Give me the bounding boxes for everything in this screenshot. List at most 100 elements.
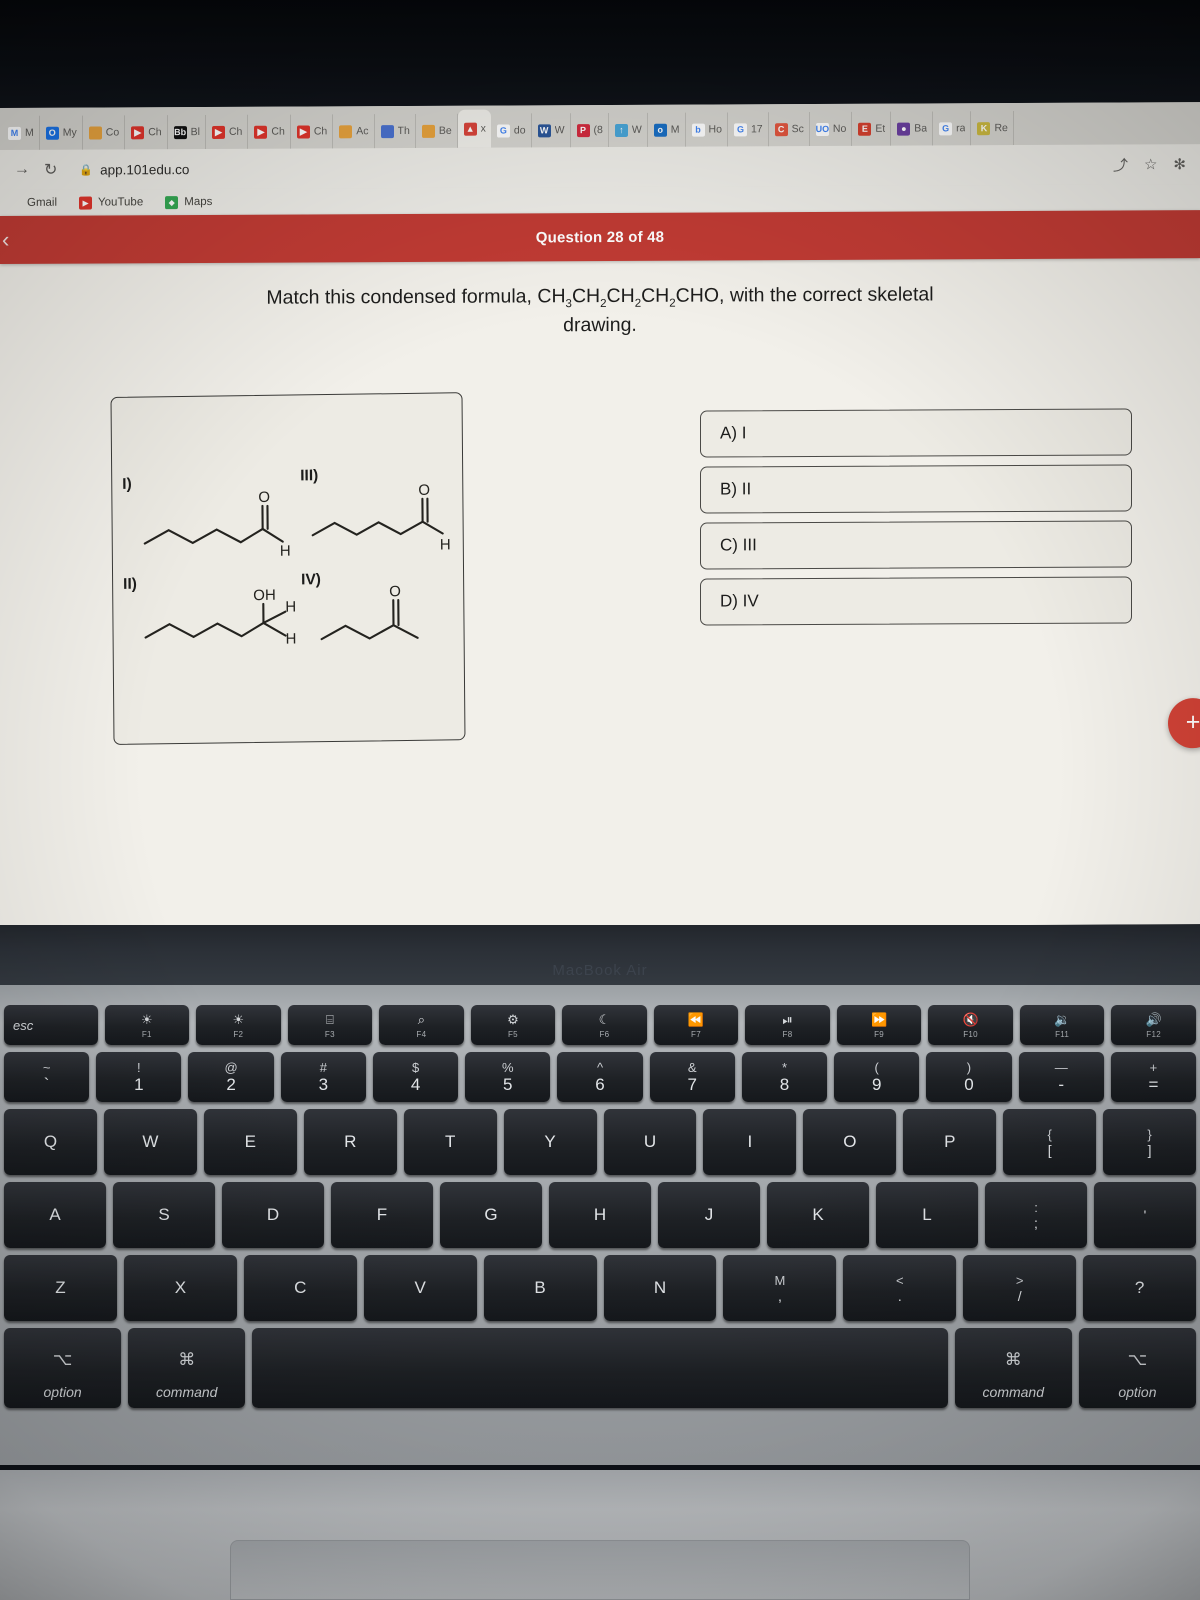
browser-tab[interactable]: ● Ba (891, 111, 934, 146)
browser-tab[interactable]: Co (82, 115, 126, 150)
key-u[interactable]: U (603, 1109, 697, 1175)
key-command[interactable]: ⌘ command (954, 1328, 1072, 1408)
key-c[interactable]: C (243, 1255, 357, 1321)
key-<[interactable]: <. (843, 1255, 957, 1321)
key-y[interactable]: Y (503, 1109, 597, 1175)
key-q[interactable]: Q (4, 1109, 97, 1175)
trackpad[interactable] (230, 1540, 970, 1600)
key-o[interactable]: O (803, 1109, 897, 1175)
key-1[interactable]: ! 1 (96, 1052, 182, 1102)
answer-option-c[interactable]: C) III (700, 520, 1132, 570)
key-f12[interactable]: 🔊 F12 (1111, 1005, 1196, 1045)
key->[interactable]: > / (963, 1255, 1077, 1321)
profile-icon[interactable]: ✻ (1173, 155, 1186, 173)
browser-tab[interactable]: G 17 (727, 112, 769, 147)
browser-tab[interactable]: WW (531, 113, 571, 148)
star-icon[interactable]: ☆ (1144, 155, 1157, 173)
key-t[interactable]: T (403, 1109, 497, 1175)
share-icon[interactable]: ⤴ (1113, 154, 1128, 175)
forward-icon[interactable]: → (14, 161, 30, 179)
key-z[interactable]: Z (4, 1255, 117, 1321)
key-a[interactable]: A (4, 1182, 106, 1248)
key-4[interactable]: $4 (372, 1052, 459, 1102)
key-command[interactable]: ⌘ command (128, 1328, 246, 1408)
key-f10[interactable]: 🔇 F10 (928, 1005, 1013, 1045)
browser-tab[interactable]: Gra (933, 111, 972, 146)
browser-tab[interactable]: Be (415, 113, 458, 148)
browser-tab[interactable]: O My (39, 115, 83, 150)
back-icon[interactable]: ‹ (2, 227, 9, 253)
reload-icon[interactable]: ↻ (44, 160, 57, 180)
browser-tab[interactable]: C Sc (768, 112, 810, 147)
key-x[interactable]: X (123, 1255, 237, 1321)
browser-tab[interactable]: UO No (809, 111, 853, 147)
browser-tab[interactable]: Gdo (490, 113, 532, 148)
key-s[interactable]: S (113, 1182, 215, 1248)
key-v[interactable]: V (363, 1255, 477, 1321)
key-5[interactable]: % 5 (465, 1052, 551, 1102)
key-esc[interactable]: esc (4, 1005, 98, 1045)
browser-tab[interactable]: ▶ Ch (205, 114, 249, 149)
key-option[interactable]: ⌥ option (4, 1328, 122, 1408)
key-f4[interactable]: ⌕ F4 (379, 1005, 464, 1045)
key-f5[interactable]: ⚙ F5 (470, 1005, 556, 1045)
key-f11[interactable]: 🔉 F11 (1019, 1005, 1105, 1045)
answer-option-a[interactable]: A) I (700, 408, 1132, 458)
answer-option-b[interactable]: B) II (700, 464, 1132, 514)
key-f2[interactable]: ☀ F2 (196, 1005, 281, 1045)
key-e[interactable]: E (203, 1109, 297, 1175)
key-f1[interactable]: ☀ F1 (104, 1005, 190, 1045)
key-f9[interactable]: ⏩ F9 (836, 1005, 922, 1045)
browser-tab[interactable]: ▲ x (457, 109, 491, 148)
browser-tab[interactable]: MM (2, 115, 40, 150)
key-'[interactable]: ' (1094, 1182, 1196, 1248)
browser-tab[interactable]: b Ho (685, 112, 728, 147)
key-f[interactable]: F (331, 1182, 433, 1248)
key-k[interactable]: K (767, 1182, 869, 1248)
address-bar[interactable]: 🔒 app.101edu.co (71, 152, 1099, 183)
key-6[interactable]: ^ 6 (557, 1052, 643, 1102)
key-f7[interactable]: ⏪ F7 (653, 1005, 739, 1045)
browser-tab[interactable]: oM (647, 112, 686, 147)
key--[interactable]: — - (1018, 1052, 1104, 1102)
key-h[interactable]: H (549, 1182, 651, 1248)
bookmark-item[interactable]: ◆ Maps (165, 195, 212, 209)
key-9[interactable]: (9 (834, 1052, 920, 1102)
key-=[interactable]: + = (1110, 1052, 1197, 1102)
key-m[interactable]: M, (723, 1255, 837, 1321)
key-0[interactable]: ) 0 (926, 1052, 1012, 1102)
key-l[interactable]: L (876, 1182, 978, 1248)
key-space[interactable] (252, 1328, 948, 1408)
key-w[interactable]: W (103, 1109, 197, 1175)
key-d[interactable]: D (222, 1182, 324, 1248)
browser-tab[interactable]: ▶ Ch (290, 114, 334, 149)
browser-tab[interactable]: P (8 (570, 113, 609, 148)
key-j[interactable]: J (658, 1182, 760, 1248)
key-g[interactable]: G (440, 1182, 542, 1248)
key-f6[interactable]: ☾ F6 (562, 1005, 647, 1045)
key-?[interactable]: ? (1083, 1255, 1197, 1321)
key-r[interactable]: R (303, 1109, 397, 1175)
key-option[interactable]: ⌥ option (1078, 1328, 1196, 1408)
browser-tab[interactable]: ▶ Ch (125, 115, 168, 150)
key-8[interactable]: * 8 (741, 1052, 828, 1102)
bookmark-item[interactable]: ▶ YouTube (79, 196, 143, 210)
key-:[interactable]: :; (985, 1182, 1087, 1248)
browser-tab[interactable]: ↑ W (608, 112, 648, 148)
key-3[interactable]: #3 (280, 1052, 366, 1102)
key-i[interactable]: I (703, 1109, 797, 1175)
key-{[interactable]: {[ (1003, 1109, 1097, 1175)
key-n[interactable]: N (603, 1255, 717, 1321)
browser-tab[interactable]: Ac (333, 114, 375, 149)
key-`[interactable]: ~ ` (4, 1052, 90, 1102)
answer-option-d[interactable]: D) IV (700, 576, 1132, 626)
browser-tab[interactable]: Bb Bl (167, 114, 206, 150)
key-f8[interactable]: ⏯ F8 (745, 1005, 830, 1045)
browser-tab[interactable]: Th (374, 113, 416, 149)
browser-tab[interactable]: E Et (852, 111, 892, 146)
key-f3[interactable]: ⌸ F3 (287, 1005, 373, 1045)
browser-tab[interactable]: ▶ Ch (248, 114, 291, 149)
bookmark-item[interactable]: Gmail (8, 196, 57, 209)
key-7[interactable]: & 7 (649, 1052, 735, 1102)
key-p[interactable]: P (903, 1109, 997, 1175)
